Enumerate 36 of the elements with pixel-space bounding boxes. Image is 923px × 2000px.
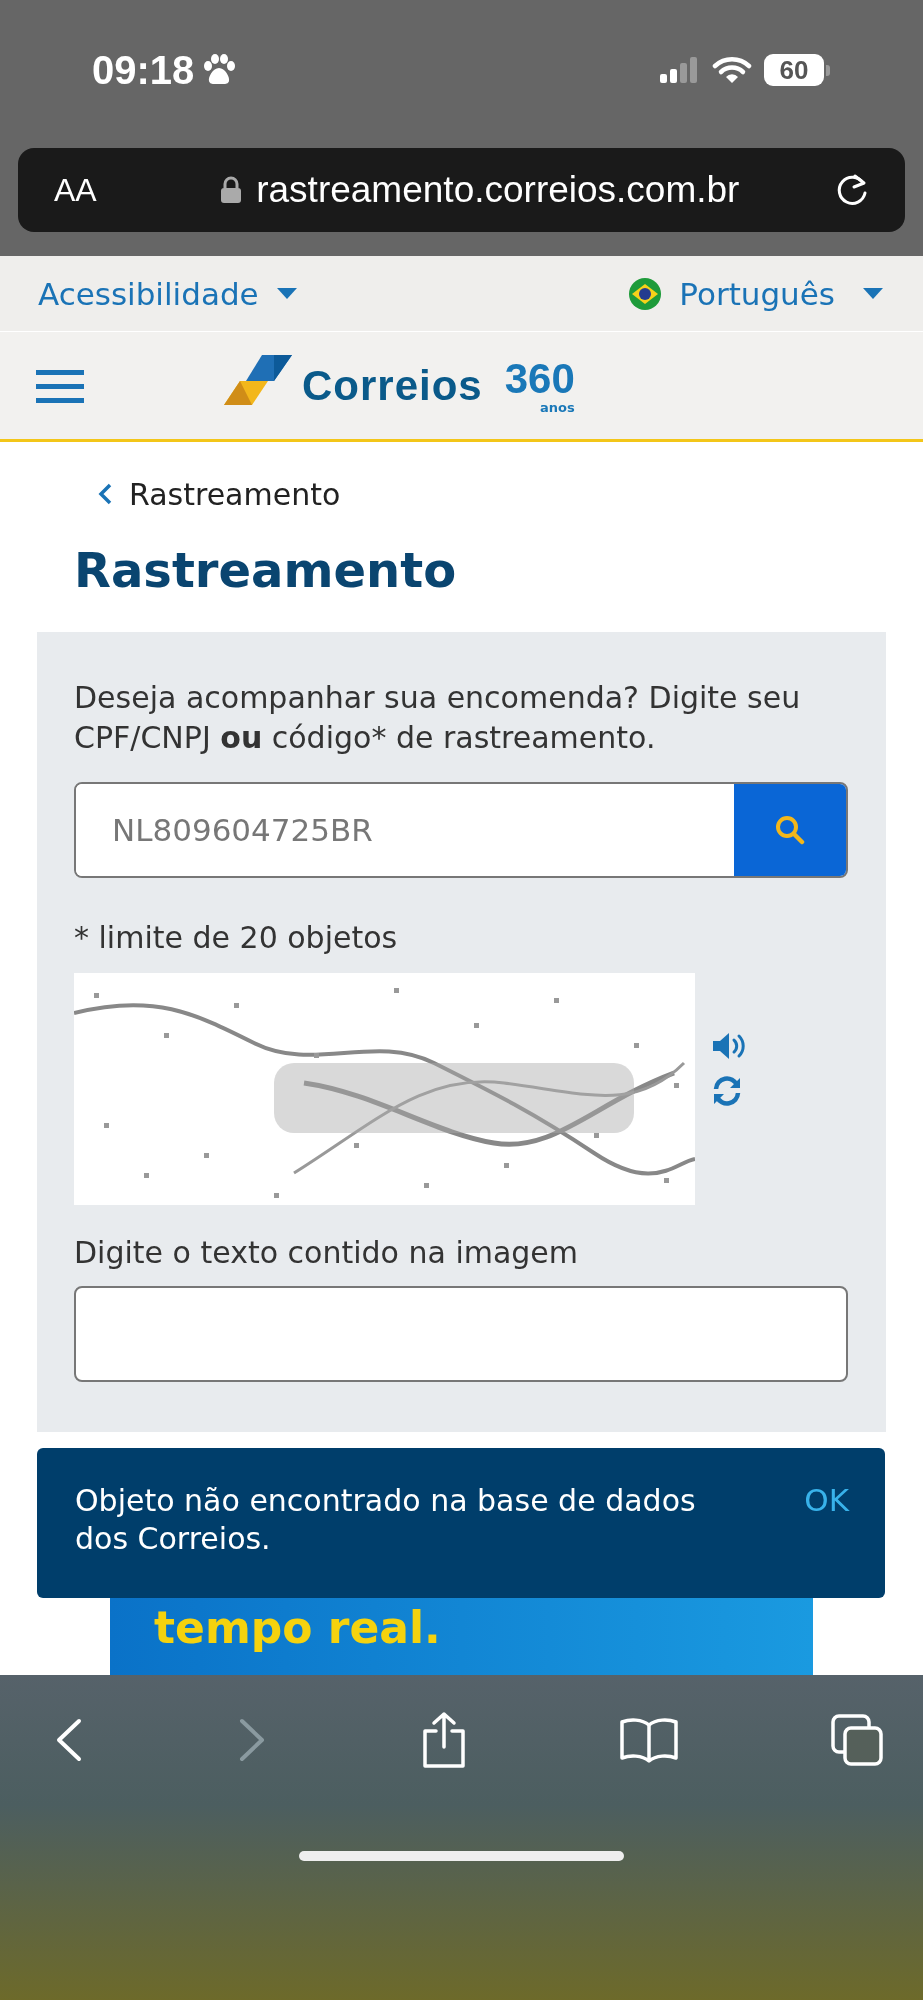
caret-icon[interactable] bbox=[863, 287, 883, 300]
lock-icon bbox=[220, 176, 243, 204]
wifi-icon bbox=[712, 56, 752, 84]
ok-button[interactable]: OK bbox=[804, 1482, 849, 1518]
signal-icon bbox=[660, 57, 700, 83]
search-icon bbox=[775, 815, 805, 845]
accessibility-menu[interactable]: Acessibilidade bbox=[38, 275, 259, 312]
anniversary-caption: anos bbox=[540, 400, 575, 415]
language-menu[interactable]: Português bbox=[679, 275, 835, 312]
paw-icon bbox=[202, 54, 237, 86]
caret-icon[interactable] bbox=[276, 287, 297, 300]
alert-message: Objeto não encontrado na base de dados dos Correios. bbox=[75, 1482, 697, 1558]
status-time: 09:18 bbox=[92, 47, 195, 93]
page-title: Rastreamento bbox=[74, 542, 458, 598]
back-icon[interactable] bbox=[54, 1718, 84, 1762]
address-bar[interactable]: AA rastreamento.correios.com.br bbox=[18, 148, 905, 232]
chevron-left-icon[interactable] bbox=[97, 482, 113, 506]
back-link[interactable]: Rastreamento bbox=[129, 476, 341, 512]
tabs-icon[interactable] bbox=[831, 1714, 883, 1766]
tracking-field[interactable]: NL809604725BR bbox=[74, 782, 848, 878]
url-text: rastreamento.correios.com.br bbox=[256, 169, 740, 211]
banner-text: tempo real. bbox=[154, 1602, 441, 1653]
book-icon[interactable] bbox=[619, 1717, 678, 1763]
anniversary-number: 360 bbox=[504, 356, 575, 401]
limit-note: * limite de 20 objetos bbox=[74, 920, 399, 955]
captcha-label: Digite o texto contido na imagem bbox=[74, 1235, 580, 1270]
refresh-icon[interactable] bbox=[711, 1075, 743, 1107]
form-prompt: Deseja acompanhar sua encomenda? Digite seu CPF/CNPJ ou código* de rastreamento. bbox=[74, 679, 802, 757]
flag-icon bbox=[629, 277, 662, 310]
share-icon[interactable] bbox=[420, 1711, 467, 1769]
text-size-button[interactable]: AA bbox=[54, 171, 97, 209]
logo-text: Correios bbox=[302, 361, 483, 410]
captcha-field[interactable] bbox=[74, 1286, 848, 1382]
battery-icon: 60 bbox=[764, 54, 824, 86]
speaker-icon[interactable] bbox=[711, 1031, 747, 1061]
search-button[interactable] bbox=[734, 784, 846, 876]
